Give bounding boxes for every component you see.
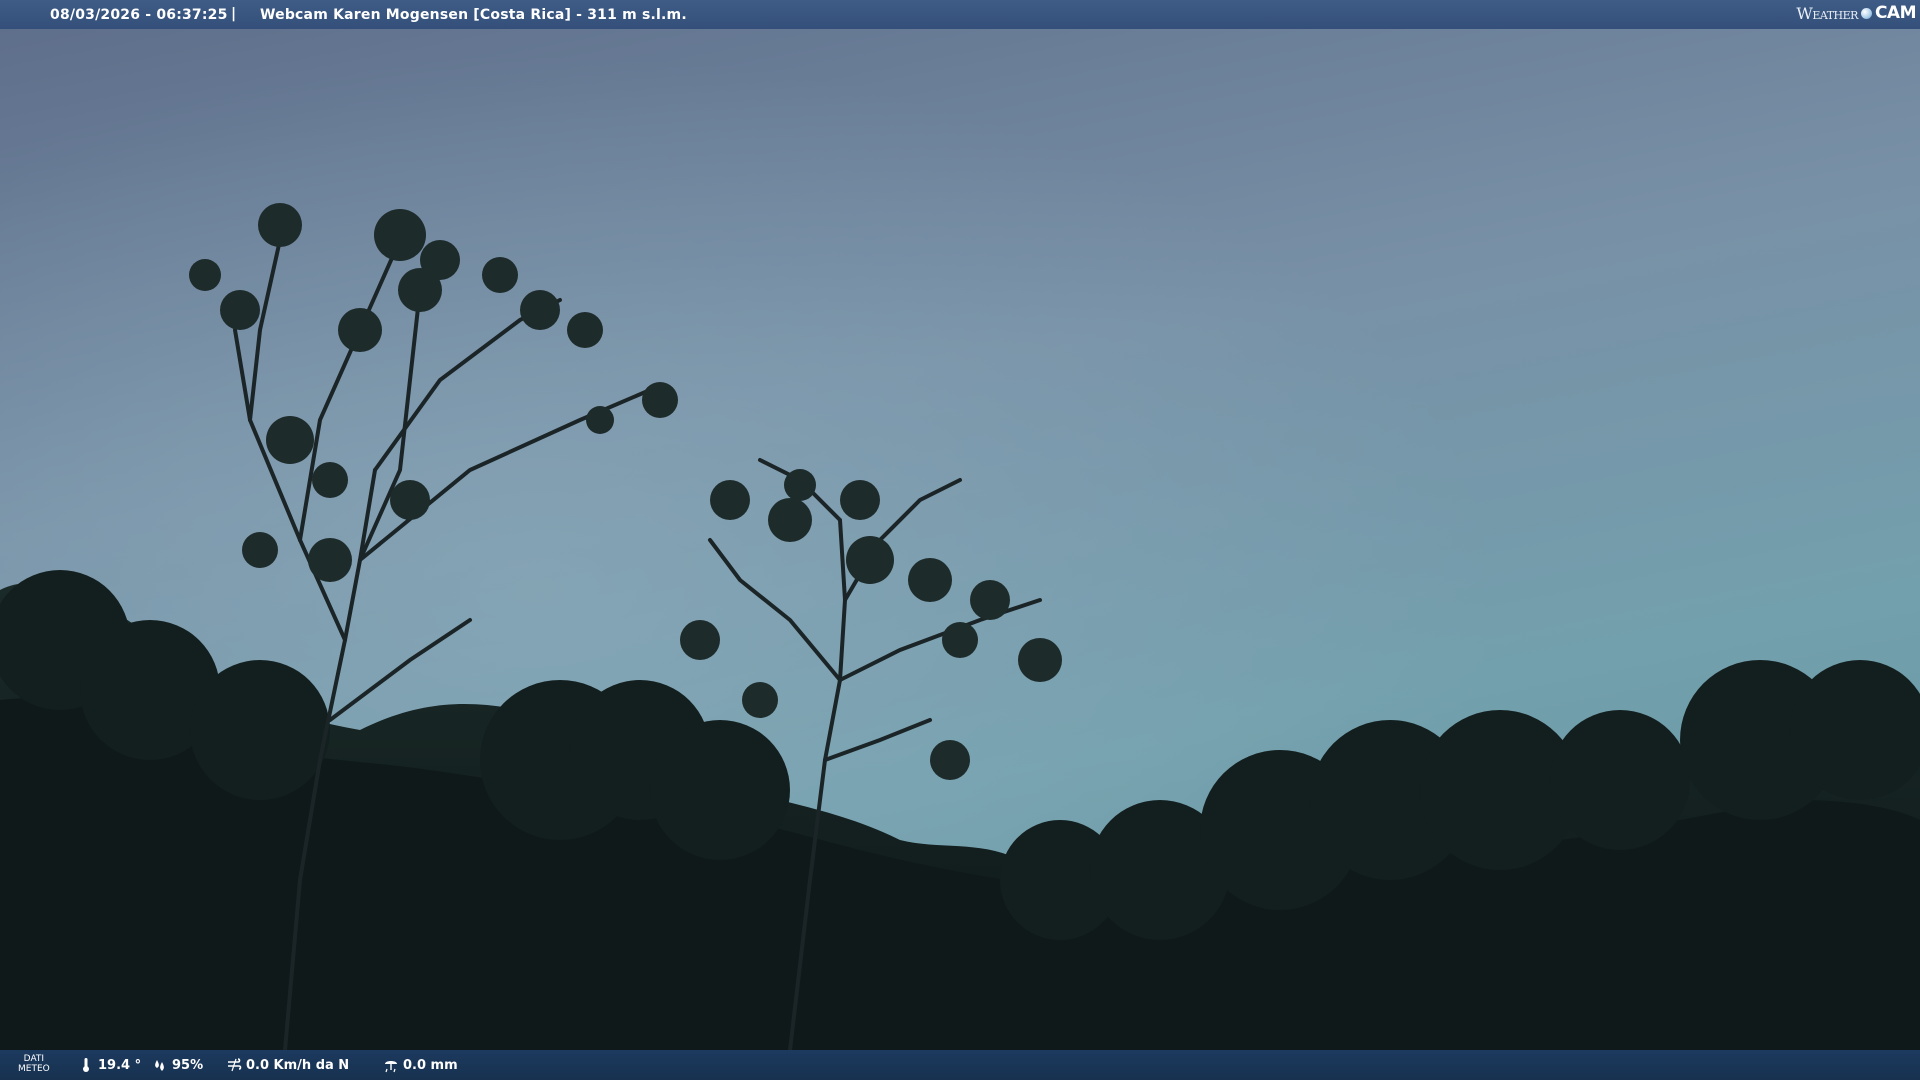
humidity-readout: 95% [152, 1057, 203, 1073]
dati-label-line1: DATI [23, 1054, 45, 1064]
weathercam-logo[interactable]: Weather CAM [1796, 3, 1916, 23]
humidity-value: 95% [172, 1057, 204, 1073]
rain-readout: 0.0 mm [383, 1057, 458, 1073]
dati-label-line2: METEO [18, 1064, 50, 1074]
logo-globe-icon [1860, 7, 1872, 19]
camera-name: Webcam Karen Mogensen [Costa Rica] - 311… [260, 7, 687, 23]
header-bar: 08/03/2026 - 06:37:25 | Webcam Karen Mog… [0, 0, 1920, 29]
wind-value: 0.0 Km/h da N [246, 1057, 350, 1073]
logo-cam-text: CAM [1874, 3, 1917, 23]
capture-datetime: 08/03/2026 - 06:37:25 [50, 7, 228, 23]
rain-value: 0.0 mm [403, 1057, 458, 1073]
temperature-value: 19.4 ° [98, 1057, 142, 1073]
rain-gauge-icon [383, 1057, 399, 1073]
header-separator: | [231, 6, 237, 22]
webcam-frame: 08/03/2026 - 06:37:25 | Webcam Karen Mog… [0, 0, 1920, 1080]
weather-data-bar: DATI METEO 19.4 ° 95% 0.0 Km/h da N 0.0 … [0, 1050, 1920, 1080]
logo-weather-text: Weather [1796, 3, 1858, 23]
wind-icon [226, 1057, 242, 1073]
webcam-image [0, 0, 1920, 1080]
humidity-drops-icon [152, 1057, 168, 1073]
wind-readout: 0.0 Km/h da N [226, 1057, 349, 1073]
temperature-readout: 19.4 ° [78, 1057, 141, 1073]
dati-meteo-label[interactable]: DATI METEO [18, 1054, 50, 1074]
thermometer-icon [78, 1057, 94, 1073]
